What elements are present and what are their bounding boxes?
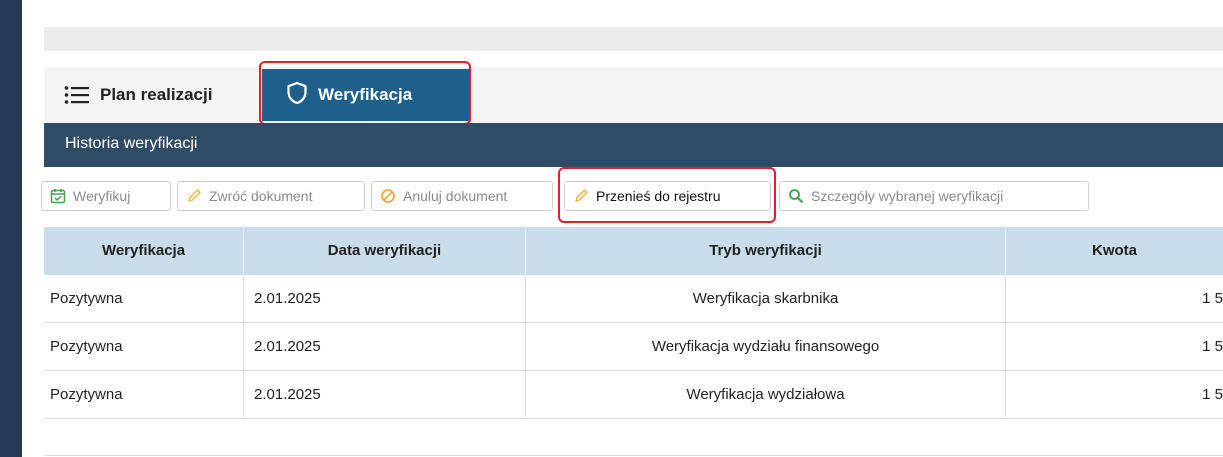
header-data[interactable]: Data weryfikacji [244,227,526,275]
zwroc-label: Zwróć dokument [209,188,313,204]
weryfikuj-label: Weryfikuj [73,188,131,204]
shield-icon [286,81,308,110]
przenies-do-rejestru-button[interactable]: Przenieś do rejestru [564,181,771,211]
table-header: Weryfikacja Data weryfikacji Tryb weryfi… [44,227,1223,275]
table-row[interactable]: Pozytywna 2.01.2025 Weryfikacja wydziału… [44,323,1223,371]
cell-weryfikacja: Pozytywna [44,371,244,419]
header-weryfikacja[interactable]: Weryfikacja [44,227,244,275]
empty-table-area [44,419,1223,456]
cell-tryb: Weryfikacja wydziału finansowego [526,323,1006,371]
cell-data: 2.01.2025 [244,275,526,323]
search-icon [788,188,804,204]
calendar-check-icon [50,188,66,204]
tab-weryfikacja-label: Weryfikacja [318,85,413,104]
szczegoly-weryfikacji-button[interactable]: Szczegóły wybranej weryfikacji [779,181,1089,211]
cell-tryb: Weryfikacja skarbnika [526,275,1006,323]
cell-kwota: 1 5 [1202,386,1223,403]
tab-plan-realizacji[interactable]: Plan realizacji [64,81,212,109]
cell-kwota: 1 5 [1202,290,1223,307]
list-icon [64,85,90,105]
zwroc-dokument-button[interactable]: Zwróć dokument [177,181,365,211]
weryfikuj-button[interactable]: Weryfikuj [41,181,171,211]
tab-plan-label: Plan realizacji [100,85,213,104]
cell-tryb: Weryfikacja wydziałowa [526,371,1006,419]
cell-data: 2.01.2025 [244,323,526,371]
cell-weryfikacja: Pozytywna [44,275,244,323]
tab-weryfikacja[interactable]: Weryfikacja [262,69,470,121]
header-tryb[interactable]: Tryb weryfikacji [526,227,1006,275]
table-row[interactable]: Pozytywna 2.01.2025 Weryfikacja wydziało… [44,371,1223,419]
table-row[interactable]: Pozytywna 2.01.2025 Weryfikacja skarbnik… [44,275,1223,323]
section-header: Historia weryfikacji [44,123,1223,167]
przenies-label: Przenieś do rejestru [596,188,721,204]
toolbar: Weryfikuj Zwróć dokument Anuluj dokument [41,178,1223,214]
left-sidebar-strip [0,0,22,457]
top-gray-strip [44,27,1223,51]
cancel-icon [380,188,396,204]
tab-bar: Plan realizacji Weryfikacja [44,67,1223,123]
cell-data: 2.01.2025 [244,371,526,419]
pencil-icon [186,188,202,204]
anuluj-dokument-button[interactable]: Anuluj dokument [371,181,553,211]
cell-kwota: 1 5 [1202,338,1223,355]
szczegoly-label: Szczegóły wybranej weryfikacji [811,188,1004,204]
section-title: Historia weryfikacji [65,135,198,152]
cell-weryfikacja: Pozytywna [44,323,244,371]
app-window: Plan realizacji Weryfikacja Historia wer… [0,0,1223,457]
anuluj-label: Anuluj dokument [403,188,508,204]
header-kwota[interactable]: Kwota [1006,227,1223,275]
pencil-icon [573,188,589,204]
